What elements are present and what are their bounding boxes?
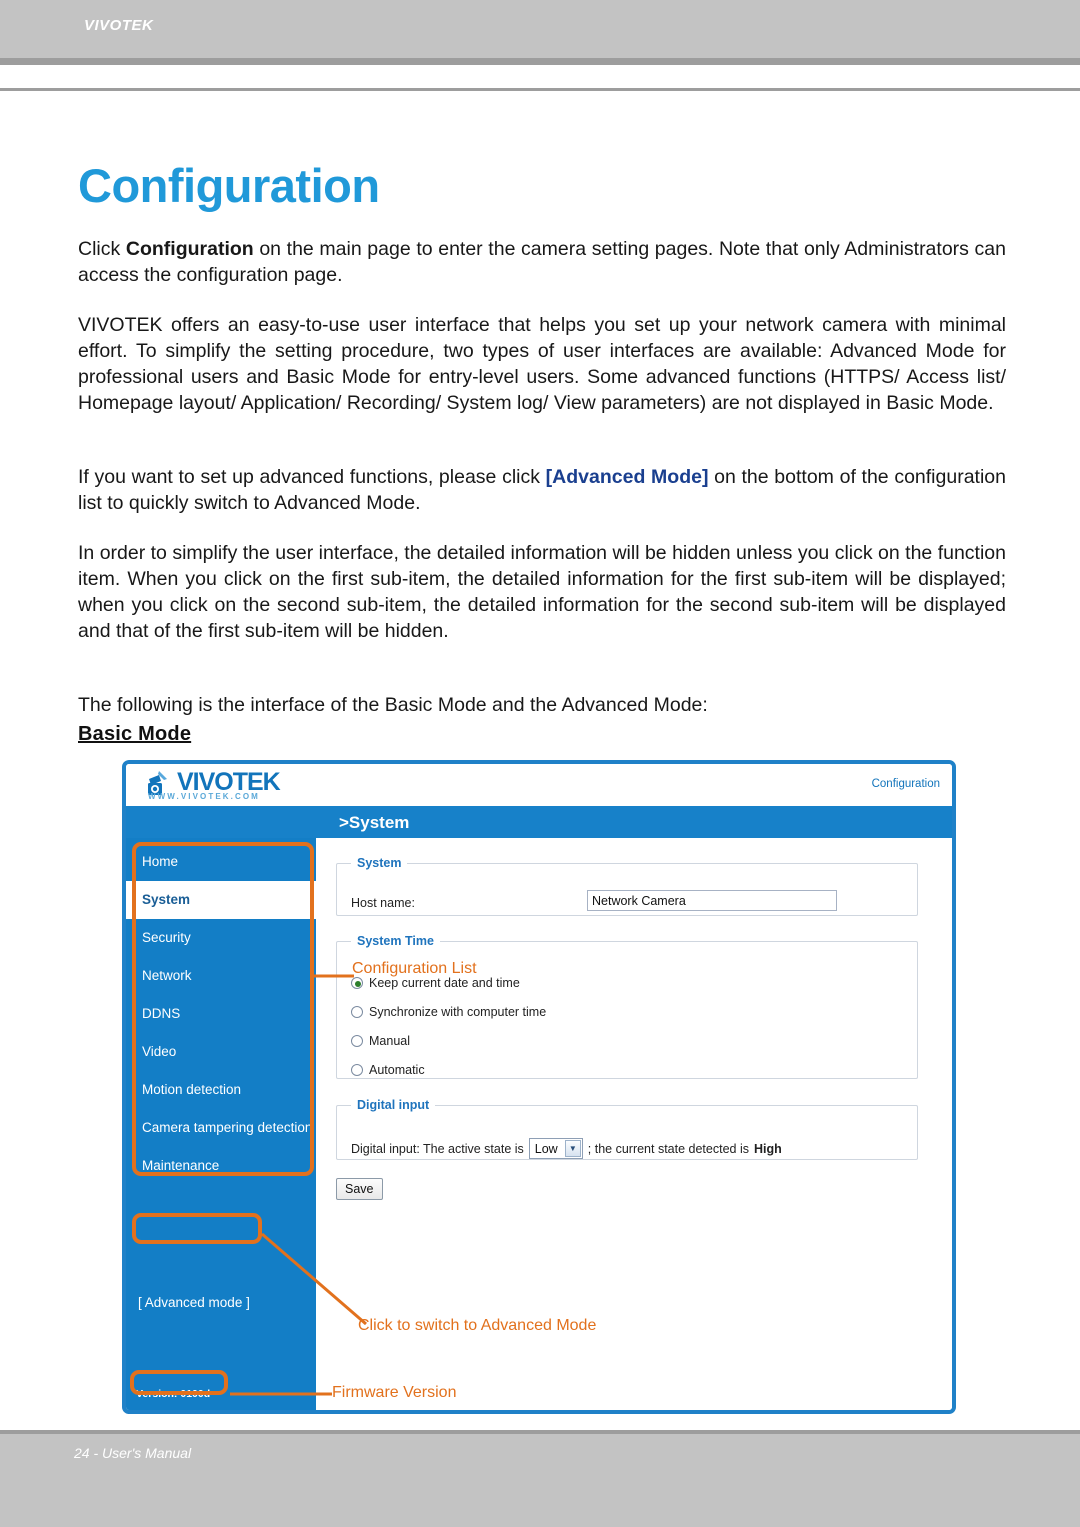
digital-input-fieldset: Digital input Digital input: The active … <box>336 1098 918 1160</box>
header-divider-lower <box>0 88 1080 91</box>
sidebar-item-video[interactable]: Video <box>126 1033 316 1071</box>
header-divider-white <box>0 65 1080 70</box>
vivotek-url: WWW.VIVOTEK.COM <box>148 792 260 801</box>
sidebar-item-ddns[interactable]: DDNS <box>126 995 316 1033</box>
radio-icon[interactable] <box>351 1064 363 1076</box>
sidebar-advanced-mode-button[interactable]: [ Advanced mode ] <box>138 1295 250 1310</box>
footer-page-number: 24 - User's Manual <box>74 1445 192 1461</box>
embedded-screenshot: VIVOTEK WWW.VIVOTEK.COM Configuration >S… <box>122 760 956 1414</box>
sidebar-item-label: Camera tampering detection <box>142 1120 313 1135</box>
advanced-mode-link[interactable]: [Advanced Mode] <box>546 466 709 488</box>
sidebar-item-security[interactable]: Security <box>126 919 316 957</box>
sidebar-item-maintenance[interactable]: Maintenance <box>126 1147 316 1185</box>
p1-bold-configuration: Configuration <box>125 237 254 260</box>
radio-label: Keep current date and time <box>369 976 520 990</box>
paragraph-intro: Click Configuration on the main page to … <box>78 236 1006 288</box>
radio-label: Synchronize with computer time <box>369 1005 547 1019</box>
header-divider <box>0 58 1080 65</box>
sidebar-item-label: Home <box>142 854 179 869</box>
radio-icon[interactable] <box>351 977 363 989</box>
sidebar-item-home[interactable]: Home <box>126 843 316 881</box>
radio-manual[interactable]: Manual <box>351 1034 410 1048</box>
active-state-value: Low <box>534 1141 558 1156</box>
radio-automatic[interactable]: Automatic <box>351 1063 425 1077</box>
system-time-legend: System Time <box>357 934 434 948</box>
page-title: Configuration <box>78 159 380 213</box>
digital-input-text-middle: ; the current state detected is <box>587 1141 749 1156</box>
sidebar-item-network[interactable]: Network <box>126 957 316 995</box>
save-button[interactable]: Save <box>336 1178 383 1200</box>
digital-input-row: Digital input: The active state is Low ▼… <box>351 1138 782 1159</box>
sidebar-item-label: Maintenance <box>142 1158 220 1173</box>
sidebar-item-label: Security <box>142 930 191 945</box>
current-state-value: High <box>753 1141 782 1156</box>
radio-icon[interactable] <box>351 1035 363 1047</box>
system-fieldset: System Host name: <box>336 856 918 916</box>
p1-part-a: Click <box>78 237 126 260</box>
host-name-label: Host name: <box>351 896 415 910</box>
breadcrumb-label: >System <box>339 813 410 832</box>
p3-part-a: If you want to set up advanced functions… <box>78 465 546 488</box>
sidebar-item-label: System <box>142 892 191 907</box>
digital-input-text-before: Digital input: The active state is <box>351 1141 524 1156</box>
camera-ui-logobar: VIVOTEK WWW.VIVOTEK.COM Configuration <box>126 764 952 806</box>
sidebar-menu: Home System Security Network DDNS Video Motion… <box>126 843 316 1185</box>
header-brand: VIVOTEK <box>84 17 154 34</box>
firmware-version-label: Version: 0100d <box>136 1388 211 1400</box>
radio-keep-current[interactable]: Keep current date and time <box>351 976 520 990</box>
breadcrumb-bar: >System <box>126 806 952 838</box>
system-legend: System <box>357 856 402 870</box>
paragraph-subitems: In order to simplify the user interface,… <box>78 541 1006 642</box>
sidebar-item-label: Motion detection <box>142 1082 242 1097</box>
sidebar-item-system[interactable]: System <box>126 881 316 919</box>
radio-label: Automatic <box>369 1063 425 1077</box>
sidebar-item-label: DDNS <box>142 1006 181 1021</box>
sidebar-item-label: Network <box>142 968 192 983</box>
active-state-select[interactable]: Low ▼ <box>528 1138 583 1159</box>
radio-label: Manual <box>369 1034 410 1048</box>
host-name-input[interactable] <box>587 890 837 911</box>
page-header: VIVOTEK <box>0 0 1080 58</box>
configuration-link[interactable]: Configuration <box>872 778 940 790</box>
radio-sync-computer[interactable]: Synchronize with computer time <box>351 1005 546 1019</box>
annotation-label-firmware-version: Firmware Version <box>332 1384 457 1401</box>
paragraph-following: The following is the interface of the Ba… <box>78 693 708 716</box>
camera-ui-sidebar: Home System Security Network DDNS Video Motion… <box>126 838 316 1410</box>
annotation-label-configuration-list: Configuration List <box>352 960 477 977</box>
paragraph-overview: VIVOTEK offers an easy-to-use user inter… <box>78 313 1006 414</box>
sidebar-item-camera-tampering-detection[interactable]: Camera tampering detection <box>126 1109 316 1147</box>
vivotek-logo: VIVOTEK WWW.VIVOTEK.COM <box>146 768 318 804</box>
chevron-down-icon[interactable]: ▼ <box>564 1140 581 1157</box>
digital-input-legend: Digital input <box>357 1098 430 1112</box>
radio-icon[interactable] <box>351 1006 363 1018</box>
system-time-fieldset: System Time Keep current date and time S… <box>336 934 918 1079</box>
paragraph-advanced: If you want to set up advanced functions… <box>78 464 1006 516</box>
page-footer: 24 - User's Manual <box>0 1434 1080 1527</box>
subheading-basic-mode: Basic Mode <box>78 723 192 745</box>
annotation-label-switch-advanced: Click to switch to Advanced Mode <box>358 1317 597 1334</box>
sidebar-item-label: Video <box>142 1044 177 1059</box>
sidebar-item-motion-detection[interactable]: Motion detection <box>126 1071 316 1109</box>
